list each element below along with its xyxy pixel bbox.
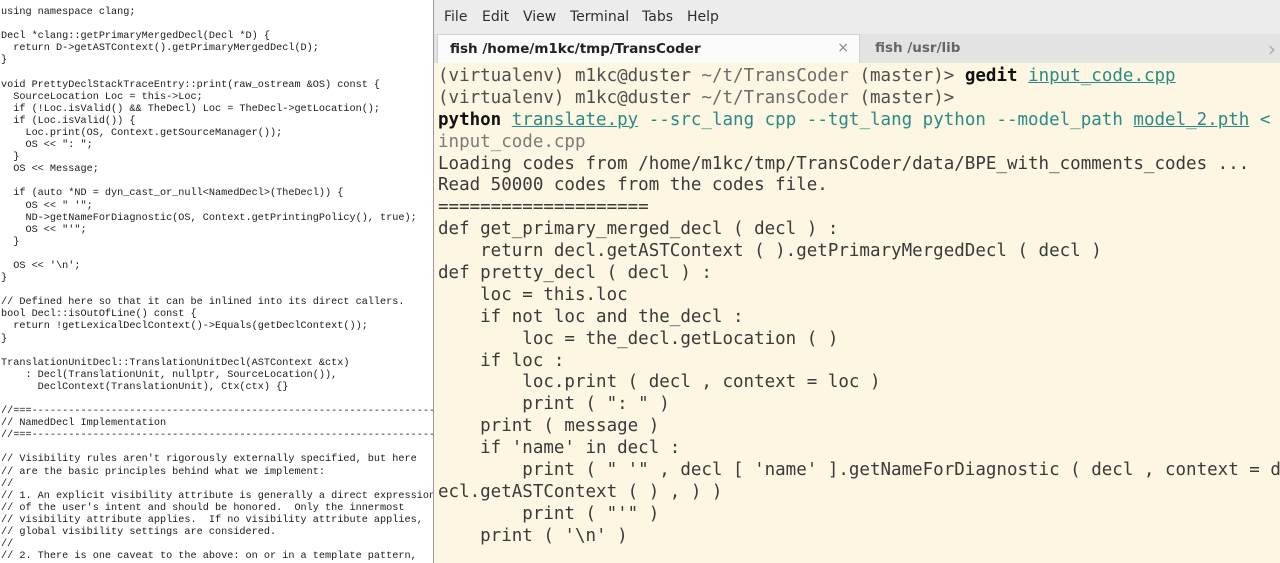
code-line: //===-----------------------------------… [1, 430, 433, 442]
menu-help[interactable]: Help [687, 9, 719, 25]
tab-label: fish /home/m1kc/tmp/TransCoder [450, 41, 701, 57]
code-line: bool Decl::isOutOfLine() const { [1, 309, 197, 321]
file-link[interactable]: input_code.cpp [1028, 66, 1176, 86]
file-link[interactable]: translate.py [512, 110, 638, 130]
terminal-output[interactable]: (virtualenv) m1kc@duster ~/t/TransCoder … [434, 63, 1280, 563]
code-line: } [1, 273, 8, 285]
code-line: } [1, 333, 8, 345]
output-line: print ( "'" ) [438, 503, 660, 524]
menu-edit[interactable]: Edit [482, 9, 509, 25]
command-options: --src_lang cpp --tgt_lang python --model… [648, 109, 1123, 130]
code-line: OS << ": "; [1, 140, 93, 152]
tab-transcoder[interactable]: fish /home/m1kc/tmp/TransCoder × [437, 34, 860, 63]
close-icon[interactable]: × [837, 40, 849, 56]
menu-bar: File Edit View Terminal Tabs Help [434, 0, 1280, 35]
output-line: return decl.getASTContext ( ).getPrimary… [438, 241, 1102, 262]
prompt-path: ~/t/TransCoder [701, 66, 849, 86]
output-line: ecl.getASTContext ( ) , ) ) [438, 481, 723, 502]
code-line: OS << "'"; [1, 224, 87, 236]
code-line: void PrettyDeclStackTraceEntry::print(ra… [1, 79, 381, 91]
code-line: TranslationUnitDecl::TranslationUnitDecl… [1, 357, 350, 369]
terminal-window[interactable]: File Edit View Terminal Tabs Help fish /… [434, 0, 1280, 563]
code-line: OS << " '"; [1, 200, 93, 212]
prompt-user: (virtualenv) m1kc@duster [438, 66, 691, 86]
code-line: // [1, 478, 14, 490]
code-line: if (Loc.isValid()) { [1, 115, 136, 127]
code-line: // Visibility rules aren't rigorously ex… [1, 454, 417, 466]
code-line: SourceLocation Loc = this->Loc; [1, 91, 203, 103]
output-line: print ( " '" , decl [ 'name' ].getNameFo… [438, 460, 1280, 481]
output-line: loc = this.loc [438, 284, 628, 305]
prompt-path: ~/t/TransCoder [701, 87, 849, 108]
output-line: print ( message ) [438, 416, 660, 437]
output-line: print ( ": " ) [438, 394, 670, 415]
menu-file[interactable]: File [444, 9, 467, 25]
code-line: //===-----------------------------------… [1, 406, 433, 418]
output-line: def pretty_decl ( decl ) : [438, 263, 712, 284]
code-line: return !getLexicalDeclContext()->Equals(… [1, 321, 368, 333]
tab-bar: fish /home/m1kc/tmp/TransCoder × fish /u… [434, 34, 1280, 63]
code-line: if (!Loc.isValid() && TheDecl) Loc = The… [1, 103, 381, 115]
output-line: Loading codes from /home/m1kc/tmp/TransC… [438, 153, 1250, 174]
terminal-line: (virtualenv) m1kc@duster ~/t/TransCoder … [438, 88, 1280, 110]
terminal-line: python translate.py --src_lang cpp --tgt… [438, 110, 1280, 132]
file-link[interactable]: model_2.pth [1133, 110, 1249, 130]
chevron-right-icon[interactable]: › [1268, 37, 1276, 61]
output-line: Read 50000 codes from the codes file. [438, 175, 828, 196]
code-line: // Defined here so that it can be inline… [1, 297, 405, 309]
code-line: // NamedDecl Implementation [1, 418, 167, 430]
code-line: // 2. There is one caveat to the above: … [1, 551, 417, 563]
menu-terminal[interactable]: Terminal [570, 9, 629, 25]
redirect-symbol: < [1259, 109, 1271, 130]
output-line: if loc : [438, 350, 565, 371]
code-line: } [1, 236, 20, 248]
code-line: // global visibility settings are consid… [1, 527, 277, 539]
code-line: // visibility attribute applies. If no v… [1, 514, 423, 526]
prompt-branch: (master)> [859, 87, 955, 108]
source-editor-pane[interactable]: using namespace clang; Decl *clang::getP… [0, 0, 433, 563]
code-line: if (auto *ND = dyn_cast_or_null<NamedDec… [1, 188, 344, 200]
terminal-line: input_code.cpp [438, 131, 586, 152]
code-line: OS << Message; [1, 164, 99, 176]
prompt-branch: (master)> [859, 66, 955, 86]
code-line: using namespace clang; [1, 7, 136, 18]
menu-tabs[interactable]: Tabs [642, 9, 673, 25]
output-line: print ( '\n' ) [438, 525, 628, 546]
code-line: : Decl(TranslationUnit, nullptr, SourceL… [1, 369, 338, 381]
code-line: ND->getNameForDiagnostic(OS, Context.get… [1, 212, 417, 224]
code-line: // [1, 539, 14, 551]
code-line: OS << '\n'; [1, 260, 81, 272]
output-line: if 'name' in decl : [438, 438, 681, 459]
command: gedit [964, 66, 1018, 86]
output-line: loc = the_decl.getLocation ( ) [438, 328, 839, 349]
prompt-user: (virtualenv) m1kc@duster [438, 87, 691, 108]
code-line: // are the basic principles behind what … [1, 466, 326, 478]
output-line: ==================== [438, 197, 649, 218]
command: python [438, 109, 502, 130]
tab-label: fish /usr/lib [875, 40, 961, 56]
cpp-source-code: using namespace clang; Decl *clang::getP… [1, 7, 433, 563]
code-line: // 1. An explicit visibility attribute i… [1, 490, 433, 502]
code-line: Loc.print(OS, Context.getSourceManager()… [1, 127, 283, 139]
menu-view[interactable]: View [523, 9, 556, 25]
code-line: // of the user's intent and should be ho… [1, 502, 405, 514]
code-line: } [1, 152, 20, 164]
code-line: return D->getASTContext().getPrimaryMerg… [1, 43, 319, 55]
tab-usr-lib[interactable]: fish /usr/lib › [860, 34, 1276, 63]
output-line: loc.print ( decl , context = loc ) [438, 372, 881, 393]
code-line: DeclContext(TranslationUnit), Ctx(ctx) {… [1, 381, 289, 393]
code-line: } [1, 55, 8, 67]
terminal-line: (virtualenv) m1kc@duster ~/t/TransCoder … [438, 66, 1280, 88]
output-line: def get_primary_merged_decl ( decl ) : [438, 219, 839, 240]
output-line: if not loc and the_decl : [438, 306, 744, 327]
code-line: Decl *clang::getPrimaryMergedDecl(Decl *… [1, 31, 270, 43]
